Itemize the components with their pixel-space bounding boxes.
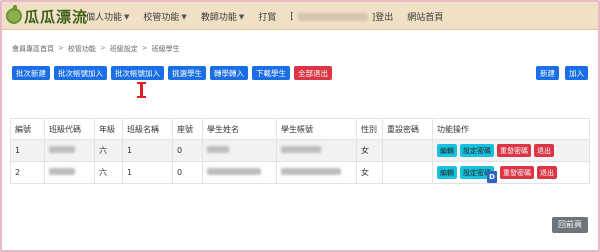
table-header-row: 編號 班級代碼 年級 班級名稱 座號 學生姓名 學生帳號 性別 重設密碼 功能操… bbox=[10, 118, 590, 140]
resend-password-button[interactable]: 重發密碼 bbox=[500, 166, 534, 179]
cell-class-code bbox=[44, 161, 95, 184]
caret-down-icon: ▼ bbox=[181, 12, 187, 21]
nav-teacher[interactable]: 教師功能 ▼ bbox=[200, 10, 245, 24]
caret-down-icon: ▼ bbox=[238, 12, 245, 21]
footer-actions: 回前頁 bbox=[552, 212, 588, 233]
batch-create-button[interactable]: 批次新建 bbox=[12, 66, 50, 80]
edit-button[interactable]: 編輯 bbox=[437, 144, 457, 157]
withdraw-all-button[interactable]: 全部退出 bbox=[294, 66, 332, 80]
transfer-in-button[interactable]: 轉學轉入 bbox=[210, 66, 248, 80]
logo-text: 瓜瓜漂流 bbox=[24, 7, 89, 26]
redacted-text bbox=[49, 168, 75, 175]
col-header-class-code: 班級代碼 bbox=[44, 118, 95, 140]
redacted-text bbox=[281, 146, 321, 153]
nav-user[interactable]: [ ]登出 bbox=[290, 10, 394, 24]
nav-home[interactable]: 網站首頁 bbox=[407, 10, 443, 23]
cell-seat: 0 bbox=[172, 139, 203, 162]
top-navbar: 瓜瓜漂流 個人功能 ▼ 校管功能 ▼ 教師功能 ▼ 打賞 [ ]登出 網站首頁 bbox=[2, 2, 598, 30]
withdraw-button[interactable]: 退出 bbox=[534, 144, 554, 157]
breadcrumb-separator: > bbox=[99, 44, 106, 52]
students-table: 編號 班級代碼 年級 班級名稱 座號 學生姓名 學生帳號 性別 重設密碼 功能操… bbox=[10, 118, 590, 184]
redacted-text bbox=[49, 146, 75, 153]
nav-school-admin-label: 校管功能 bbox=[143, 13, 180, 23]
logout-link[interactable]: ]登出 bbox=[372, 10, 394, 23]
melon-logo-icon bbox=[6, 5, 22, 24]
cell-no: 1 bbox=[10, 139, 45, 162]
add-button[interactable]: 加入 bbox=[565, 66, 588, 80]
cell-grade: 六 bbox=[94, 139, 123, 162]
new-button[interactable]: 新建 bbox=[536, 66, 559, 80]
document-icon: D bbox=[487, 170, 497, 183]
site-logo[interactable]: 瓜瓜漂流 bbox=[6, 5, 89, 26]
nav-personal[interactable]: 個人功能 ▼ bbox=[86, 10, 130, 24]
nav-school-admin[interactable]: 校管功能 ▼ bbox=[143, 10, 187, 24]
user-bracket: [ bbox=[290, 11, 294, 22]
col-header-actions: 功能操作 bbox=[432, 118, 590, 140]
cell-reset-password bbox=[382, 139, 433, 162]
col-header-student-name: 學生姓名 bbox=[202, 118, 277, 140]
back-button[interactable]: 回前頁 bbox=[552, 216, 588, 233]
download-students-button[interactable]: 下載學生 bbox=[252, 66, 290, 80]
cell-gender: 女 bbox=[356, 139, 383, 162]
edit-button[interactable]: 編輯 bbox=[437, 166, 457, 179]
col-header-seat: 座號 bbox=[172, 118, 203, 140]
breadcrumb-class-settings[interactable]: 班級設定 bbox=[110, 44, 138, 54]
breadcrumb: 會員專區首頁 > 校管功能 > 班級設定 > 班級學生 bbox=[12, 44, 180, 54]
action-toolbar: 批次新建 批次帳號加入 批次帳號加入 挑選學生 轉學轉入 下載學生 全部退出 bbox=[12, 66, 332, 80]
cell-class-name: 1 bbox=[122, 161, 173, 184]
col-header-student-account: 學生帳號 bbox=[276, 118, 357, 140]
caret-down-icon: ▼ bbox=[124, 12, 130, 21]
col-header-gender: 性別 bbox=[356, 118, 383, 140]
redacted-text bbox=[207, 146, 229, 153]
main-nav: 個人功能 ▼ 校管功能 ▼ 教師功能 ▼ 打賞 [ ]登出 網站首頁 bbox=[86, 10, 457, 24]
user-name-redacted bbox=[297, 12, 368, 21]
cell-actions: 編輯 設定密碼 D 重發密碼 退出 bbox=[432, 161, 590, 184]
cell-class-code bbox=[44, 139, 95, 162]
breadcrumb-separator: > bbox=[141, 44, 148, 52]
nav-tip[interactable]: 打賞 bbox=[258, 10, 276, 23]
col-header-class-name: 班級名稱 bbox=[122, 118, 173, 140]
col-header-no: 編號 bbox=[10, 118, 45, 140]
table-row: 1 六 1 0 女 編輯 設定密碼 重發密碼 退出 bbox=[10, 139, 590, 162]
cell-student-name bbox=[202, 139, 277, 162]
breadcrumb-separator: > bbox=[58, 44, 64, 52]
cell-class-name: 1 bbox=[122, 139, 173, 162]
col-header-reset-password: 重設密碼 bbox=[382, 118, 433, 140]
redacted-text bbox=[207, 168, 261, 175]
breadcrumb-member-home[interactable]: 會員專區首頁 bbox=[12, 44, 54, 54]
text-cursor-icon bbox=[137, 82, 146, 98]
nav-personal-label: 個人功能 bbox=[86, 13, 123, 23]
right-toolbar: 新建 加入 bbox=[536, 66, 588, 80]
cell-seat: 0 bbox=[172, 161, 203, 184]
nav-teacher-label: 教師功能 bbox=[200, 13, 237, 23]
col-header-grade: 年級 bbox=[94, 118, 123, 140]
resend-password-button[interactable]: 重發密碼 bbox=[497, 144, 531, 157]
cell-no: 2 bbox=[10, 161, 45, 184]
nav-tip-label: 打賞 bbox=[258, 13, 277, 23]
cell-gender: 女 bbox=[356, 161, 383, 184]
cell-actions: 編輯 設定密碼 重發密碼 退出 bbox=[432, 139, 590, 162]
cell-reset-password bbox=[382, 161, 433, 184]
cell-student-account bbox=[276, 161, 357, 184]
nav-home-label: 網站首頁 bbox=[407, 13, 444, 23]
set-password-button[interactable]: 設定密碼 bbox=[460, 144, 494, 157]
cell-student-account bbox=[276, 139, 357, 162]
batch-account-join-button-2[interactable]: 批次帳號加入 bbox=[111, 66, 164, 80]
cell-grade: 六 bbox=[94, 161, 123, 184]
breadcrumb-class-students: 班級學生 bbox=[151, 45, 180, 53]
batch-account-join-button[interactable]: 批次帳號加入 bbox=[54, 66, 107, 80]
redacted-text bbox=[281, 168, 341, 175]
cell-student-name bbox=[202, 161, 277, 184]
breadcrumb-school-admin[interactable]: 校管功能 bbox=[68, 44, 96, 54]
table-row: 2 六 1 0 女 編輯 設定密碼 D 重發密碼 退出 bbox=[10, 161, 590, 184]
withdraw-button[interactable]: 退出 bbox=[537, 166, 557, 179]
pick-students-button[interactable]: 挑選學生 bbox=[168, 66, 206, 80]
